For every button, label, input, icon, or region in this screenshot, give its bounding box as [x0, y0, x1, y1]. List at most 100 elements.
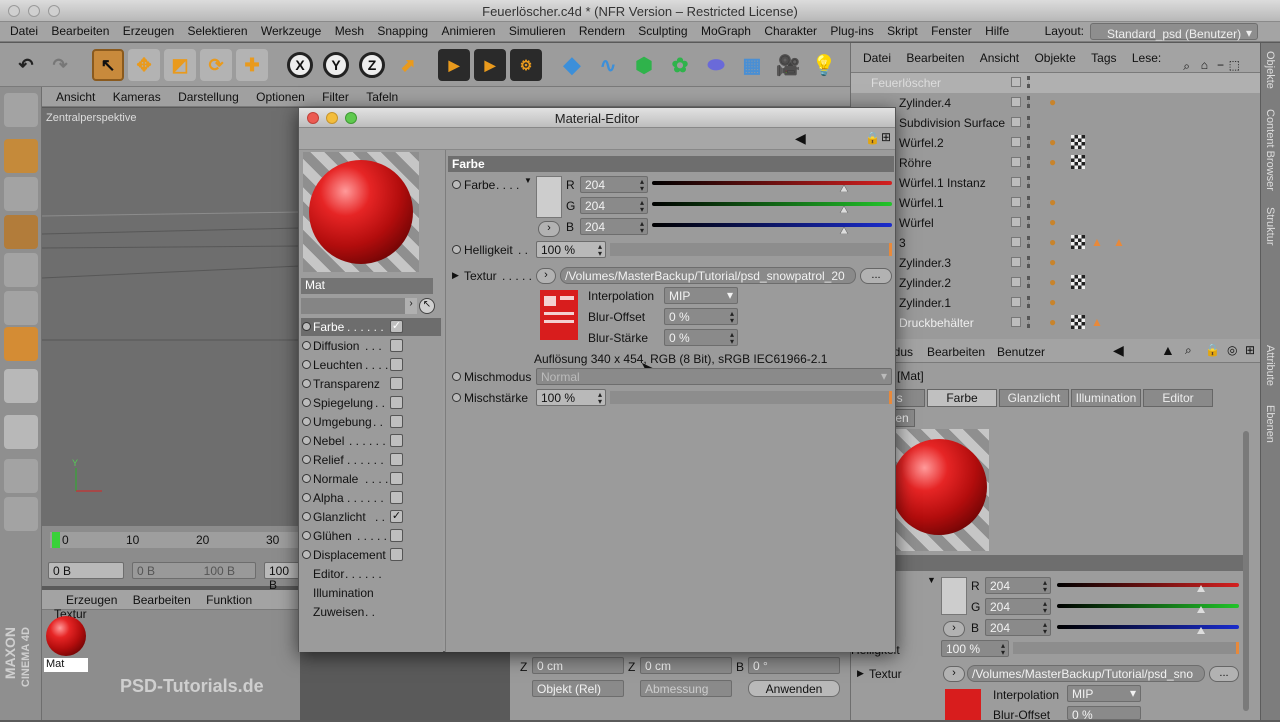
menu-fenster[interactable]: Fenster: [931, 22, 972, 38]
current-frame-field[interactable]: 0 B: [48, 562, 124, 579]
deformer-icon[interactable]: ⬬: [700, 49, 732, 81]
expand-arrow-icon[interactable]: ▶: [452, 270, 459, 281]
attr-textur-options-button[interactable]: ›: [943, 666, 965, 682]
channel-checkbox[interactable]: ✓: [390, 320, 403, 333]
menu-mesh[interactable]: Mesh: [335, 22, 364, 38]
attr-tab-farbe[interactable]: Farbe: [927, 389, 997, 407]
obj-menu-datei[interactable]: Datei: [863, 51, 891, 65]
attr-color-swatch[interactable]: [941, 577, 967, 615]
channel-radio[interactable]: [302, 550, 311, 559]
attr-g-slider[interactable]: [1057, 604, 1239, 608]
new-window-icon[interactable]: ⊞: [1245, 343, 1255, 357]
move-tool-icon[interactable]: ✥: [128, 49, 160, 81]
warning-tag-icon[interactable]: ▲: [1113, 235, 1127, 249]
vp-menu-filter[interactable]: Filter: [322, 87, 349, 104]
channel-radio[interactable]: [302, 341, 311, 350]
menu-rendern[interactable]: Rendern: [579, 22, 625, 38]
color-swatch[interactable]: [536, 176, 562, 218]
warning-tag-icon[interactable]: ▲: [1091, 235, 1105, 249]
attr-textur-browse-button[interactable]: ...: [1209, 666, 1239, 682]
render-toggle-icon[interactable]: [1027, 136, 1031, 148]
side-tab-content-browser[interactable]: Content Browser: [1264, 109, 1276, 191]
channel-checkbox[interactable]: [390, 358, 403, 371]
channel-checkbox[interactable]: [390, 339, 403, 352]
blur-staerke-field[interactable]: 0 % ▴ ▾: [664, 329, 738, 346]
textur-path-field[interactable]: /Volumes/MasterBackup/Tutorial/psd_snowp…: [560, 267, 856, 284]
object-row[interactable]: Würfel.1 ●: [851, 193, 1261, 213]
material-tag-icon[interactable]: ●: [1049, 195, 1063, 209]
rotate-tool-icon[interactable]: ⟳: [200, 49, 232, 81]
menu-werkzeuge[interactable]: Werkzeuge: [261, 22, 321, 38]
farbe-radio[interactable]: [452, 180, 461, 189]
matmgr-menu-funktion[interactable]: Funktion: [206, 593, 252, 607]
viewport[interactable]: Zentralperspektive Y: [42, 108, 300, 526]
redo-icon[interactable]: ↷: [44, 49, 76, 81]
channel-leuchten[interactable]: Leuchten. . . .: [301, 356, 441, 374]
channel-relief[interactable]: Relief. . . . . .: [301, 451, 441, 469]
camera-icon[interactable]: 🎥: [772, 49, 804, 81]
x-axis-icon[interactable]: X: [284, 49, 316, 81]
coord-mode-select[interactable]: Objekt (Rel): [532, 680, 624, 697]
obj-menu-tags[interactable]: Tags: [1091, 51, 1116, 65]
model-mode-icon[interactable]: [4, 139, 38, 173]
make-editable-icon[interactable]: [4, 93, 38, 127]
channel-checkbox[interactable]: [390, 529, 403, 542]
attr-r-slider[interactable]: [1057, 583, 1239, 587]
render-toggle-icon[interactable]: [1027, 76, 1031, 88]
material-tag-icon[interactable]: ●: [1049, 135, 1063, 149]
channel-radio[interactable]: [302, 322, 311, 331]
chevron-right-icon[interactable]: ›: [405, 298, 417, 314]
axis-mode-icon[interactable]: [4, 369, 38, 403]
helligkeit-radio[interactable]: [452, 245, 461, 254]
spin-arrows-icon[interactable]: ▴ ▾: [730, 331, 734, 346]
channel-spiegelung[interactable]: Spiegelung. .: [301, 394, 441, 412]
helligkeit-field[interactable]: 100 % ▴ ▾: [536, 241, 606, 258]
spline-icon[interactable]: ∿: [592, 49, 624, 81]
timeline-playhead[interactable]: [52, 532, 60, 548]
object-row[interactable]: Würfel.2 ●: [851, 133, 1261, 153]
texture-tag-icon[interactable]: [1071, 155, 1085, 169]
matmgr-menu-bearbeiten[interactable]: Bearbeiten: [133, 593, 191, 607]
texture-mode-icon[interactable]: [4, 177, 38, 211]
object-row[interactable]: 3 ● ▲ ▲: [851, 233, 1261, 253]
lock-grid-icon[interactable]: [4, 459, 38, 493]
channel-illumination[interactable]: Illumination: [301, 584, 441, 602]
material-tag-icon[interactable]: ●: [1049, 215, 1063, 229]
object-row[interactable]: Röhre ●: [851, 153, 1261, 173]
mischstaerke-field[interactable]: 100 % ▴ ▾: [536, 389, 606, 406]
material-tag-icon[interactable]: ●: [1049, 275, 1063, 289]
object-row[interactable]: Würfel ●: [851, 213, 1261, 233]
channel-checkbox[interactable]: [390, 396, 403, 409]
menu-skript[interactable]: Skript: [887, 22, 918, 38]
up-arrow-icon[interactable]: ▲: [1161, 342, 1175, 358]
menu-bearbeiten[interactable]: Bearbeiten: [51, 22, 109, 38]
visibility-toggle[interactable]: [1011, 157, 1021, 167]
material-tag-icon[interactable]: ●: [1049, 235, 1063, 249]
attr-g-handle[interactable]: [1197, 606, 1205, 613]
visibility-toggle[interactable]: [1011, 97, 1021, 107]
channel-checkbox[interactable]: [390, 472, 403, 485]
attr-b-field[interactable]: 204 ▴ ▾: [985, 619, 1051, 636]
mischstaerke-radio[interactable]: [452, 393, 461, 402]
coord-z2-field[interactable]: 0 cm: [640, 657, 732, 674]
menu-plugins[interactable]: Plug-ins: [830, 22, 873, 38]
attr-material-preview[interactable]: [887, 429, 989, 551]
channel-checkbox[interactable]: [390, 491, 403, 504]
visibility-toggle[interactable]: [1011, 177, 1021, 187]
material-name-field[interactable]: Mat: [301, 278, 433, 294]
render-toggle-icon[interactable]: [1027, 116, 1031, 128]
new-view-icon[interactable]: ⬚: [1229, 58, 1240, 72]
render-toggle-icon[interactable]: [1027, 256, 1031, 268]
texture-tag-icon[interactable]: [1071, 315, 1085, 329]
minimize-icon[interactable]: −: [1217, 58, 1224, 72]
blur-offset-field[interactable]: 0 % ▴ ▾: [664, 308, 738, 325]
attr-color-mode-button[interactable]: ›: [943, 621, 965, 637]
attr-tab-editor[interactable]: Editor: [1143, 389, 1213, 407]
object-row[interactable]: Subdivision Surface: [851, 113, 1261, 133]
spin-arrows-icon[interactable]: ▴ ▾: [598, 391, 602, 406]
object-row[interactable]: Zylinder.1 ●: [851, 293, 1261, 313]
r-field[interactable]: 204 ▴ ▾: [580, 176, 648, 193]
vp-menu-kameras[interactable]: Kameras: [113, 87, 161, 104]
workplane-icon[interactable]: [4, 215, 38, 249]
timeline-ruler[interactable]: 0 10 20 30: [50, 532, 300, 548]
